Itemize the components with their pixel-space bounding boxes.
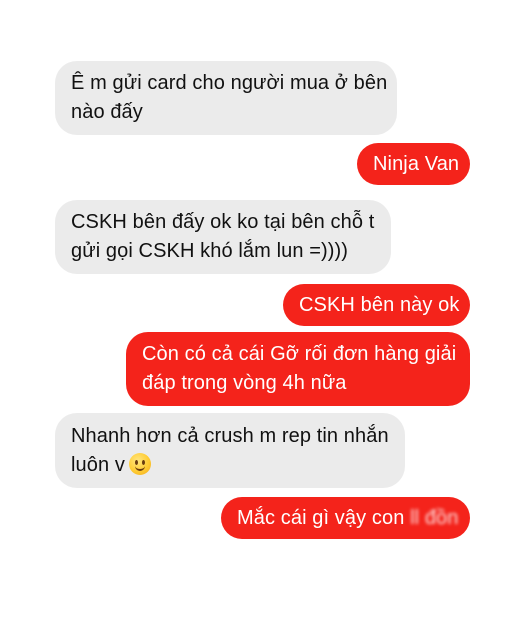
message-text-line: Nhanh hơn cả crush m rep tin nhắn (71, 425, 389, 447)
message-text-line: luôn v (71, 451, 389, 480)
message-text-line: đáp trong vòng 4h nữa (142, 372, 347, 394)
message-outgoing[interactable]: Ninja Van (357, 143, 470, 185)
message-text-line: gửi gọi CSKH khó lắm lun =)))) (71, 240, 349, 262)
message-text-line: CSKH bên này ok (299, 294, 460, 316)
message-outgoing[interactable]: Còn có cả cái Gỡ rối đơn hàng giải đáp t… (126, 332, 470, 406)
message-text-fragment: Mắc cái gì vậy con (237, 507, 411, 529)
message-text-line: Ê m gửi card cho người mua ở bên (71, 72, 388, 94)
chat-thread: Ê m gửi card cho người mua ở bên nào đấy… (0, 0, 512, 640)
message-incoming[interactable]: Nhanh hơn cả crush m rep tin nhắn luôn v (55, 413, 405, 488)
message-incoming[interactable]: Ê m gửi card cho người mua ở bên nào đấy (55, 61, 397, 135)
message-text-line: nào đấy (71, 101, 143, 123)
message-text-line: CSKH bên đấy ok ko tại bên chỗ t (71, 211, 375, 233)
message-incoming[interactable]: CSKH bên đấy ok ko tại bên chỗ t gửi gọi… (55, 200, 391, 274)
slightly-smiling-face-icon (128, 453, 151, 475)
message-text-fragment: luôn v (71, 454, 125, 476)
message-text-line: Ninja Van (373, 153, 460, 175)
message-text-line: Mắc cái gì vậy con ll đồn (237, 504, 458, 533)
message-outgoing[interactable]: CSKH bên này ok (283, 284, 470, 326)
message-text-line: Còn có cả cái Gỡ rối đơn hàng giải (142, 343, 457, 365)
message-outgoing[interactable]: Mắc cái gì vậy con ll đồn (221, 497, 470, 539)
blurred-text: ll đồn (410, 507, 459, 529)
